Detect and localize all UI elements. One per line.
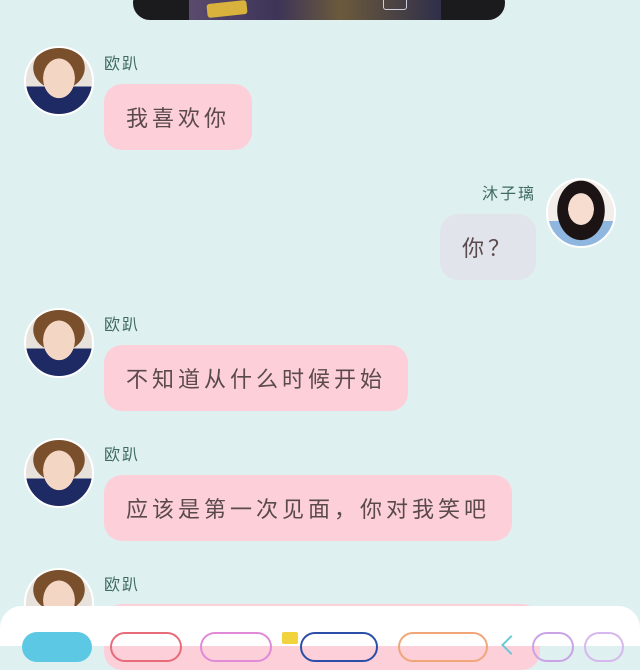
sender-name: 欧趴: [104, 54, 141, 73]
avatar[interactable]: [24, 308, 94, 378]
toolbar-button-blue[interactable]: [300, 632, 378, 662]
message-bubble[interactable]: 我喜欢你: [104, 84, 253, 150]
video-frame: [189, 0, 441, 20]
message-bubble[interactable]: 不知道从什么时候开始: [104, 345, 409, 411]
avatar[interactable]: [546, 178, 616, 248]
toolbar-button-pink[interactable]: [200, 632, 272, 662]
video-preview[interactable]: [133, 0, 505, 20]
toolbar-button-orange[interactable]: [398, 632, 488, 662]
toolbar-button-lilac[interactable]: [584, 632, 624, 662]
bottom-toolbar: [0, 606, 640, 662]
toolbar-button-cyan[interactable]: [22, 632, 92, 662]
sender-name: 欧趴: [104, 445, 141, 464]
avatar[interactable]: [24, 46, 94, 116]
toolbar-button-purple[interactable]: [532, 632, 574, 662]
toolbar-button-red[interactable]: [110, 632, 182, 662]
sender-name: 欧趴: [104, 575, 141, 594]
message-bubble[interactable]: 应该是第一次见面，你对我笑吧: [104, 475, 513, 541]
sender-name: 欧趴: [104, 315, 141, 334]
avatar[interactable]: [24, 438, 94, 508]
badge-icon: [282, 632, 298, 644]
sender-name: 沐子璃: [481, 184, 536, 203]
message-bubble[interactable]: 你？: [439, 214, 536, 280]
